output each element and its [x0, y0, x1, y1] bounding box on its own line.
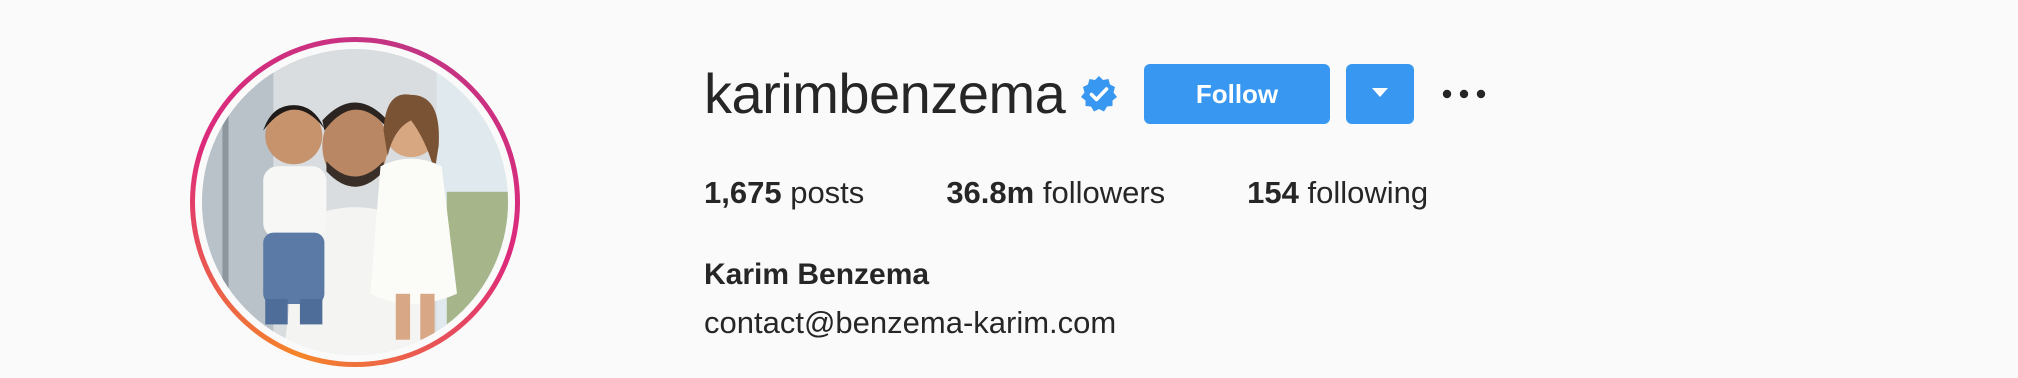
avatar-story-ring[interactable]	[190, 37, 520, 367]
username: karimbenzema	[704, 62, 1066, 125]
stat-following[interactable]: 154 following	[1247, 174, 1428, 212]
follow-button[interactable]: Follow	[1144, 64, 1330, 124]
followers-label: followers	[1042, 175, 1166, 210]
followers-count: 36.8m	[946, 175, 1035, 210]
posts-count: 1,675	[704, 175, 782, 210]
posts-label: posts	[790, 175, 865, 210]
profile-full-name: Karim Benzema	[704, 258, 930, 291]
suggested-accounts-dropdown-button[interactable]	[1346, 64, 1414, 124]
profile-stats: 1,675 posts 36.8m followers 154 followin…	[704, 174, 1510, 212]
following-count: 154	[1247, 175, 1299, 210]
more-options-button[interactable]	[1436, 74, 1492, 114]
verified-badge-icon	[1079, 74, 1119, 114]
more-options-icon	[1442, 87, 1486, 102]
avatar-gap	[195, 42, 515, 362]
stat-posts[interactable]: 1,675 posts	[704, 174, 864, 212]
stat-followers[interactable]: 36.8m followers	[946, 174, 1165, 212]
chevron-down-icon	[1370, 87, 1390, 102]
bio-email: contact@benzema-karim.com	[704, 305, 1117, 340]
following-label: following	[1307, 175, 1429, 210]
avatar[interactable]	[202, 49, 508, 355]
profile-header: karimbenzema	[704, 62, 1119, 126]
profile-photo-icon	[202, 49, 508, 355]
